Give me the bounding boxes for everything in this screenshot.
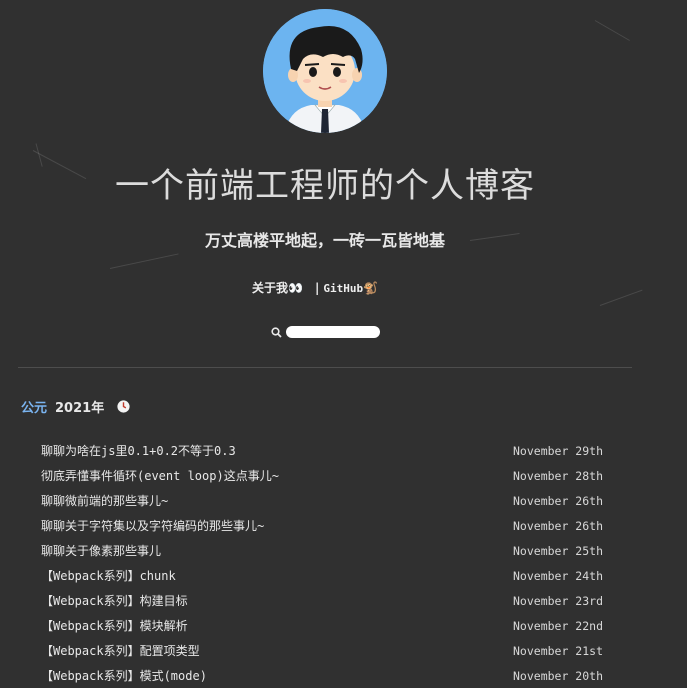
post-date: November 26th: [513, 518, 604, 533]
post-item[interactable]: 【Webpack系列】模块解析 November 22nd: [41, 613, 621, 638]
post-date: November 29th: [513, 443, 604, 458]
avatar[interactable]: [263, 9, 387, 133]
post-title[interactable]: 【Webpack系列】模块解析: [41, 617, 188, 634]
post-item[interactable]: 聊聊微前端的那些事儿~ November 26th: [41, 488, 621, 513]
search-bar: [271, 326, 380, 338]
github-link-label: GitHub: [323, 281, 364, 295]
post-item[interactable]: 聊聊关于像素那些事儿 November 25th: [41, 538, 621, 563]
post-item[interactable]: 聊聊为啥在js里0.1+0.2不等于0.3 November 29th: [41, 438, 621, 463]
post-item[interactable]: 【Webpack系列】chunk November 24th: [41, 563, 621, 588]
monkey-icon: 🐒: [363, 280, 379, 295]
post-date: November 21st: [513, 643, 604, 658]
post-item[interactable]: 【Webpack系列】构建目标 November 23rd: [41, 588, 621, 613]
search-icon: [271, 326, 282, 338]
post-title[interactable]: 聊聊微前端的那些事儿~: [41, 492, 168, 509]
clock-icon: [116, 399, 131, 414]
post-date: November 26th: [513, 493, 604, 508]
post-title[interactable]: 彻底弄懂事件循环(event loop)这点事儿~: [41, 467, 279, 484]
post-item[interactable]: 【Webpack系列】配置项类型 November 21st: [41, 638, 621, 663]
post-date: November 23rd: [513, 593, 604, 608]
page-title: 一个前端工程师的个人博客: [115, 166, 535, 206]
post-list: 聊聊为啥在js里0.1+0.2不等于0.3 November 29th 彻底弄懂事…: [41, 438, 621, 688]
post-title[interactable]: 【Webpack系列】chunk: [41, 567, 176, 584]
page-subtitle: 万丈高楼平地起，一砖一瓦皆地基: [204, 231, 445, 250]
background-scratch: [109, 253, 179, 269]
post-title[interactable]: 【Webpack系列】模式(mode): [41, 667, 207, 684]
nav-separator: |: [314, 280, 320, 295]
post-date: November 24th: [513, 568, 604, 583]
post-date: November 28th: [513, 468, 604, 483]
post-title[interactable]: 聊聊关于字符集以及字符编码的那些事儿~: [41, 517, 264, 534]
post-title[interactable]: 聊聊为啥在js里0.1+0.2不等于0.3: [41, 442, 236, 459]
background-scratch: [594, 20, 630, 41]
about-link-label: 关于我: [252, 281, 289, 295]
about-link[interactable]: 关于我👀: [252, 279, 303, 296]
post-item[interactable]: 【Webpack系列】模式(mode) November 20th: [41, 663, 621, 688]
avatar-illustration: [263, 9, 387, 133]
search-input[interactable]: [286, 326, 380, 338]
post-date: November 22nd: [513, 618, 604, 633]
post-item[interactable]: 聊聊关于字符集以及字符编码的那些事儿~ November 26th: [41, 513, 621, 538]
post-title[interactable]: 【Webpack系列】配置项类型: [41, 642, 200, 659]
header-nav: 关于我👀 | GitHub🐒: [252, 279, 378, 296]
post-item[interactable]: 彻底弄懂事件循环(event loop)这点事儿~ November 28th: [41, 463, 621, 488]
year-label: 2021年: [55, 401, 105, 416]
github-link[interactable]: GitHub🐒: [323, 281, 378, 295]
eyes-icon: 👀: [288, 281, 303, 295]
background-scratch: [599, 289, 643, 306]
year-heading: 公元 2021年: [21, 397, 131, 416]
post-title[interactable]: 聊聊关于像素那些事儿: [41, 542, 161, 559]
post-date: November 25th: [513, 543, 604, 558]
era-label: 公元: [21, 401, 48, 416]
header-divider: [18, 367, 632, 368]
post-date: November 20th: [513, 668, 604, 683]
post-title[interactable]: 【Webpack系列】构建目标: [41, 592, 188, 609]
